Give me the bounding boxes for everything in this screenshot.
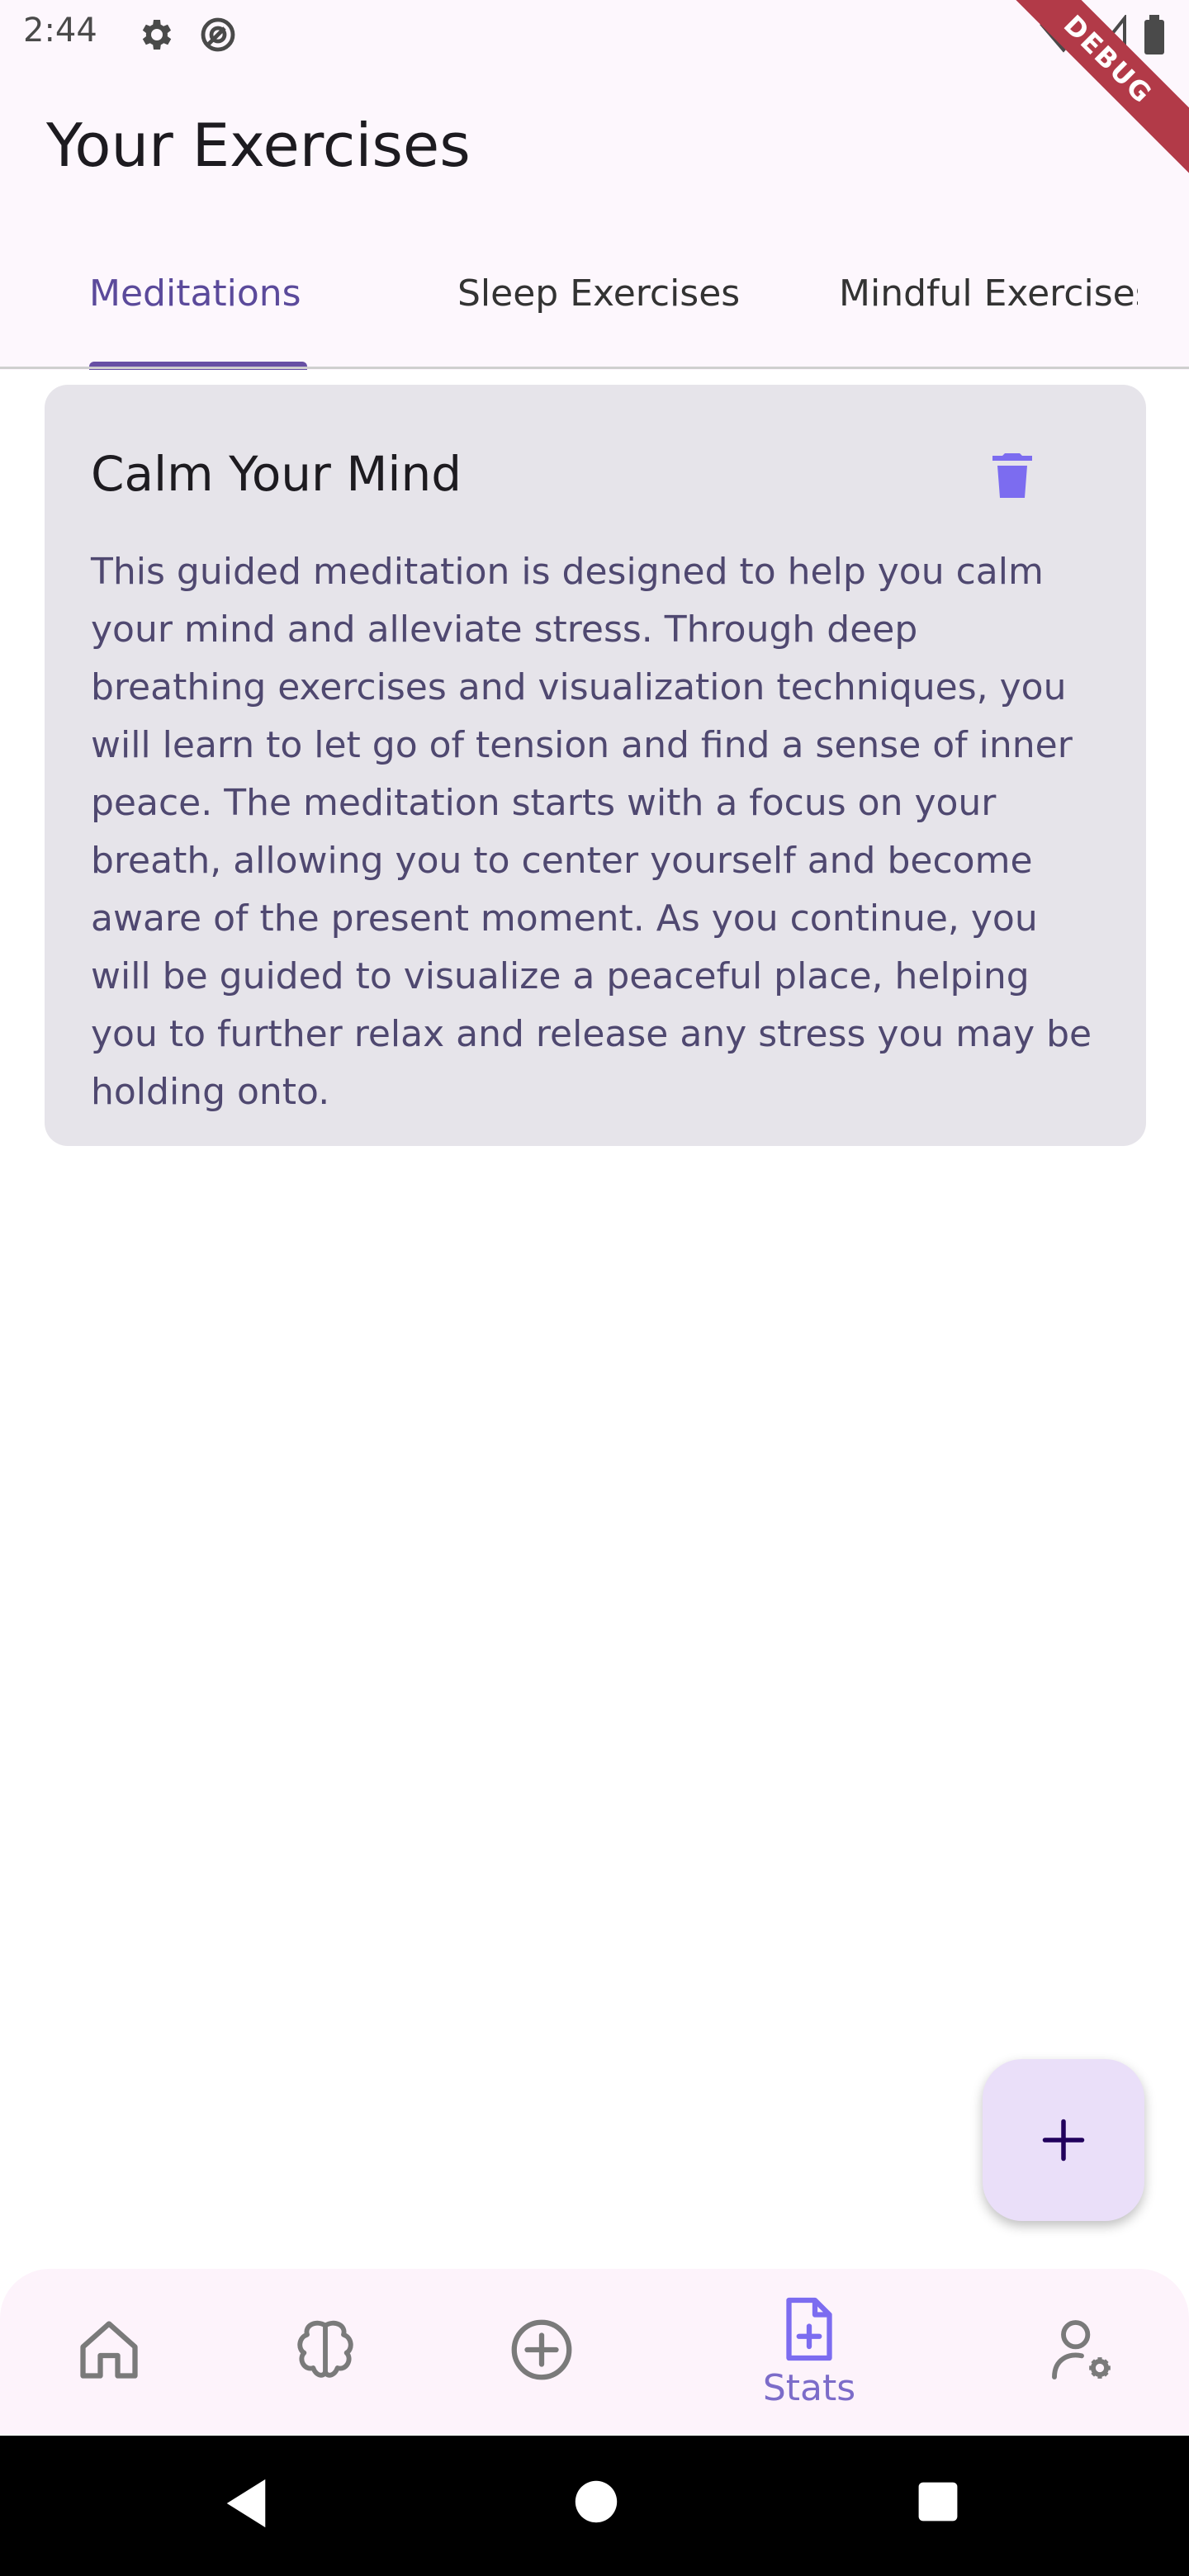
tab-meditations[interactable]: Meditations bbox=[89, 272, 301, 315]
user-settings-icon bbox=[1052, 2320, 1111, 2379]
app-bar: 2:44 DEBUG Your Exercises Meditations Sl… bbox=[0, 0, 1189, 370]
home-button-icon[interactable] bbox=[573, 2479, 619, 2525]
nav-exercises[interactable] bbox=[276, 2269, 375, 2434]
add-exercise-button[interactable] bbox=[983, 2059, 1144, 2221]
page-title: Your Exercises bbox=[46, 111, 471, 180]
tab-divider bbox=[0, 367, 1189, 369]
tab-sleep-exercises[interactable]: Sleep Exercises bbox=[457, 272, 740, 315]
bottom-navigation: Stats bbox=[0, 2269, 1189, 2434]
nav-profile-settings[interactable] bbox=[1032, 2269, 1131, 2434]
nav-add[interactable] bbox=[492, 2269, 591, 2434]
card-description: This guided meditation is designed to he… bbox=[91, 551, 1092, 1113]
add-circle-icon bbox=[511, 2319, 572, 2380]
brain-icon bbox=[297, 2320, 353, 2378]
status-time: 2:44 bbox=[23, 12, 97, 50]
nav-home[interactable] bbox=[59, 2269, 159, 2434]
nav-stats[interactable]: Stats bbox=[743, 2269, 875, 2434]
plus-icon bbox=[1042, 2119, 1085, 2162]
trash-icon[interactable] bbox=[983, 446, 1042, 505]
home-icon bbox=[80, 2321, 138, 2379]
note-add-icon bbox=[786, 2297, 832, 2361]
exercise-card[interactable]: Calm Your Mind This guided meditation is… bbox=[45, 385, 1146, 1146]
recents-icon[interactable] bbox=[917, 2480, 959, 2523]
tab-mindful-exercises[interactable]: Mindful Exercises bbox=[839, 272, 1138, 315]
system-navigation-bar bbox=[0, 2436, 1189, 2576]
tab-bar: Meditations Sleep Exercises Mindful Exer… bbox=[0, 251, 1189, 370]
battery-icon bbox=[1144, 15, 1164, 54]
sync-icon bbox=[201, 17, 235, 52]
gear-icon bbox=[142, 20, 172, 50]
back-icon[interactable] bbox=[221, 2477, 271, 2530]
nav-stats-label: Stats bbox=[762, 2366, 856, 2409]
card-title: Calm Your Mind bbox=[91, 446, 462, 502]
